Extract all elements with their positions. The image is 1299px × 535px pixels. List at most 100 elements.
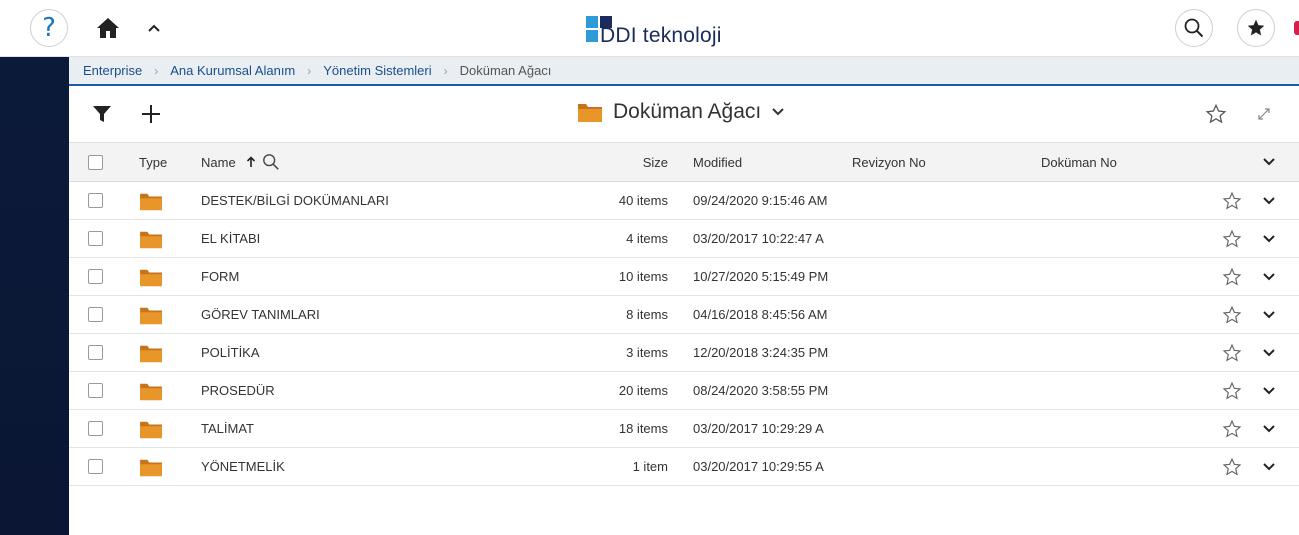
folder-icon [140,421,162,438]
row-favorite-button[interactable] [1221,410,1243,447]
row-name-link[interactable]: POLİTİKA [201,334,541,371]
column-header-name: Name [201,143,541,181]
row-modified: 09/24/2020 9:15:46 AM [693,193,828,208]
row-favorite-button[interactable] [1221,220,1243,257]
breadcrumb-yonetim-sistemleri[interactable]: Yönetim Sistemleri [323,63,431,78]
chevron-down-icon [1263,386,1275,394]
column-header-modified[interactable]: Modified [693,143,840,181]
row-dokuman-no [1041,220,1221,257]
table-row[interactable]: POLİTİKA 3 items 12/20/2018 3:24:35 PM [69,334,1299,372]
global-search-button[interactable] [1175,9,1213,47]
row-checkbox[interactable] [88,459,103,474]
folder-icon [140,231,162,248]
folder-icon [578,104,602,122]
table-row[interactable]: DESTEK/BİLGİ DOKÜMANLARI 40 items 09/24/… [69,182,1299,220]
chevron-down-icon [1263,348,1275,356]
home-icon [97,18,119,38]
row-actions-button[interactable] [1259,334,1279,371]
folder-icon [140,383,162,400]
row-actions-button[interactable] [1259,258,1279,295]
row-actions-button[interactable] [1259,296,1279,333]
chevron-down-icon [772,108,784,116]
current-folder-selector[interactable]: Doküman Ağacı [577,100,785,124]
column-header-name-label[interactable]: Name [201,155,236,170]
star-outline-icon [1205,103,1227,124]
row-favorite-button[interactable] [1221,182,1243,219]
row-actions-button[interactable] [1259,372,1279,409]
table-row[interactable]: PROSEDÜR 20 items 08/24/2020 3:58:55 PM [69,372,1299,410]
expand-icon [1258,108,1270,120]
star-outline-icon [1222,343,1242,362]
row-revizyon-no [852,182,1032,219]
row-checkbox[interactable] [88,307,103,322]
chevron-down-icon [1263,158,1275,166]
row-name-link[interactable]: FORM [201,258,541,295]
row-actions-button[interactable] [1259,448,1279,485]
row-checkbox[interactable] [88,383,103,398]
breadcrumb-enterprise[interactable]: Enterprise [83,63,142,78]
row-actions-button[interactable] [1259,410,1279,447]
column-header-type[interactable]: Type [139,143,199,181]
star-outline-icon [1222,191,1242,210]
row-actions-button[interactable] [1259,220,1279,257]
column-search-icon[interactable] [262,153,280,171]
row-name-link[interactable]: TALİMAT [201,410,541,447]
row-revizyon-no [852,220,1032,257]
chevron-down-icon [1263,234,1275,242]
row-modified: 04/16/2018 8:45:56 AM [693,307,828,322]
table-row[interactable]: GÖREV TANIMLARI 8 items 04/16/2018 8:45:… [69,296,1299,334]
column-header-dokuman-no[interactable]: Doküman No [1041,143,1221,181]
expand-view-button[interactable] [1257,107,1271,126]
row-actions-button[interactable] [1259,182,1279,219]
sort-ascending-icon[interactable] [246,156,256,168]
table-row[interactable]: TALİMAT 18 items 03/20/2017 10:29:29 A [69,410,1299,448]
chevron-down-icon [1263,196,1275,204]
home-button[interactable] [93,14,123,42]
column-options-button[interactable] [1259,143,1279,181]
select-all-checkbox[interactable] [88,154,103,170]
row-checkbox[interactable] [88,231,103,246]
chevron-down-icon [1263,424,1275,432]
star-outline-icon [1222,229,1242,248]
row-name-link[interactable]: GÖREV TANIMLARI [201,296,541,333]
logo-text: DDI teknoloji [600,24,722,47]
row-name-link[interactable]: DESTEK/BİLGİ DOKÜMANLARI [201,182,541,219]
row-size: 4 items [626,231,668,246]
column-header-size[interactable]: Size [559,143,668,181]
filter-button[interactable] [91,103,113,125]
favorites-button[interactable] [1237,9,1275,47]
star-outline-icon [1222,419,1242,438]
row-favorite-button[interactable] [1221,372,1243,409]
row-size: 8 items [626,307,668,322]
table-row[interactable]: EL KİTABI 4 items 03/20/2017 10:22:47 A [69,220,1299,258]
collapse-header-button[interactable] [144,18,164,38]
row-name-link[interactable]: YÖNETMELİK [201,448,541,485]
row-favorite-button[interactable] [1221,296,1243,333]
row-revizyon-no [852,258,1032,295]
breadcrumb-ana-kurumsal-alanim[interactable]: Ana Kurumsal Alanım [170,63,295,78]
question-mark-icon: ? [42,13,56,43]
row-name-link[interactable]: EL KİTABI [201,220,541,257]
add-item-button[interactable] [139,102,163,126]
row-revizyon-no [852,334,1032,371]
row-checkbox[interactable] [88,193,103,208]
column-header-revizyon-no[interactable]: Revizyon No [852,143,1032,181]
left-navigation-rail [0,57,69,535]
row-checkbox[interactable] [88,421,103,436]
logo-mark [586,16,614,48]
favorite-folder-button[interactable] [1205,103,1227,130]
chevron-right-icon: › [443,63,448,78]
help-button[interactable]: ? [30,9,68,47]
table-row[interactable]: FORM 10 items 10/27/2020 5:15:49 PM [69,258,1299,296]
table-row[interactable]: YÖNETMELİK 1 item 03/20/2017 10:29:55 A [69,448,1299,486]
star-filled-icon [1247,19,1265,36]
row-checkbox[interactable] [88,269,103,284]
row-dokuman-no [1041,410,1221,447]
row-favorite-button[interactable] [1221,334,1243,371]
row-favorite-button[interactable] [1221,258,1243,295]
row-name-link[interactable]: PROSEDÜR [201,372,541,409]
row-checkbox[interactable] [88,345,103,360]
row-modified: 03/20/2017 10:22:47 A [693,231,824,246]
row-favorite-button[interactable] [1221,448,1243,485]
row-dokuman-no [1041,372,1221,409]
